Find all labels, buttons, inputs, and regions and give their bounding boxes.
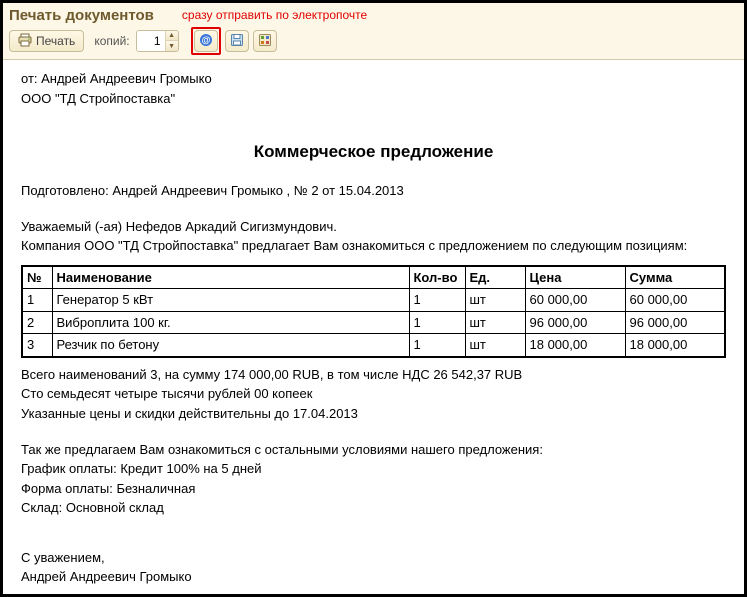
cell-price: 18 000,00 — [525, 334, 625, 357]
conditions-block: Так же предлагаем Вам ознакомиться с ост… — [21, 441, 726, 517]
copies-label: копий: — [94, 34, 129, 48]
cell-price: 60 000,00 — [525, 289, 625, 312]
floppy-icon — [230, 33, 244, 50]
intro-line: Компания ООО "ТД Стройпоставка" предлага… — [21, 237, 726, 255]
sign-1: С уважением, — [21, 549, 726, 567]
cell-num: 1 — [22, 289, 52, 312]
totals-line-2: Сто семьдесят четыре тысячи рублей 00 ко… — [21, 385, 726, 403]
cell-unit: шт — [465, 289, 525, 312]
table-row: 2 Виброплита 100 кг. 1 шт 96 000,00 96 0… — [22, 311, 725, 334]
from-line: от: Андрей Андреевич Громыко — [21, 70, 726, 88]
totals-line-3: Указанные цены и скидки действительны до… — [21, 405, 726, 423]
th-num: № — [22, 266, 52, 289]
prepared-line: Подготовлено: Андрей Андреевич Громыко ,… — [21, 182, 726, 200]
copies-spinner: ▲ ▼ — [165, 31, 178, 51]
totals-block: Всего наименований 3, на сумму 174 000,0… — [21, 366, 726, 423]
cell-num: 3 — [22, 334, 52, 357]
totals-line-1: Всего наименований 3, на сумму 174 000,0… — [21, 366, 726, 384]
th-unit: Ед. — [465, 266, 525, 289]
send-email-button[interactable]: @ — [194, 30, 218, 52]
cell-sum: 18 000,00 — [625, 334, 725, 357]
company-line: ООО "ТД Стройпоставка" — [21, 90, 726, 108]
table-header-row: № Наименование Кол-во Ед. Цена Сумма — [22, 266, 725, 289]
spin-down-icon[interactable]: ▼ — [166, 41, 178, 51]
cond-1: График оплаты: Кредит 100% на 5 дней — [21, 460, 726, 478]
annotation-text: сразу отправить по электропочте — [182, 8, 367, 22]
settings-button[interactable] — [253, 30, 277, 52]
cell-unit: шт — [465, 334, 525, 357]
table-row: 3 Резчик по бетону 1 шт 18 000,00 18 000… — [22, 334, 725, 357]
email-icon: @ — [199, 33, 213, 50]
cell-price: 96 000,00 — [525, 311, 625, 334]
th-price: Цена — [525, 266, 625, 289]
button-row: Печать копий: ▲ ▼ @ — [3, 25, 744, 59]
document-body: от: Андрей Андреевич Громыко ООО "ТД Стр… — [3, 60, 744, 597]
sign-2: Андрей Андреевич Громыко — [21, 568, 726, 586]
cell-unit: шт — [465, 311, 525, 334]
copies-input[interactable] — [137, 31, 165, 51]
print-button-label: Печать — [36, 34, 75, 48]
print-dialog: Печать документов сразу отправить по эле… — [0, 0, 747, 597]
cell-qty: 1 — [409, 289, 465, 312]
window-title: Печать документов — [9, 7, 154, 24]
doc-title: Коммерческое предложение — [21, 141, 726, 164]
cell-qty: 1 — [409, 311, 465, 334]
spin-up-icon[interactable]: ▲ — [166, 31, 178, 41]
save-button[interactable] — [225, 30, 249, 52]
greeting-block: Уважаемый (-ая) Нефедов Аркадий Сигизмун… — [21, 218, 726, 255]
cond-2: Форма оплаты: Безналичная — [21, 480, 726, 498]
settings-icon — [258, 33, 272, 50]
greeting-line: Уважаемый (-ая) Нефедов Аркадий Сигизмун… — [21, 218, 726, 236]
cell-name: Виброплита 100 кг. — [52, 311, 409, 334]
svg-text:@: @ — [201, 35, 210, 45]
toolbar: Печать документов сразу отправить по эле… — [3, 3, 744, 60]
table-row: 1 Генератор 5 кВт 1 шт 60 000,00 60 000,… — [22, 289, 725, 312]
cell-name: Резчик по бетону — [52, 334, 409, 357]
th-name: Наименование — [52, 266, 409, 289]
title-row: Печать документов сразу отправить по эле… — [3, 3, 744, 25]
print-button[interactable]: Печать — [9, 30, 84, 52]
th-qty: Кол-во — [409, 266, 465, 289]
cond-3: Склад: Основной склад — [21, 499, 726, 517]
cell-name: Генератор 5 кВт — [52, 289, 409, 312]
cell-sum: 96 000,00 — [625, 311, 725, 334]
items-table: № Наименование Кол-во Ед. Цена Сумма 1 Г… — [21, 265, 726, 358]
cond-intro: Так же предлагаем Вам ознакомиться с ост… — [21, 441, 726, 459]
email-highlight: @ — [191, 27, 221, 55]
cell-sum: 60 000,00 — [625, 289, 725, 312]
copies-stepper[interactable]: ▲ ▼ — [136, 30, 179, 52]
printer-icon — [18, 33, 32, 50]
cell-num: 2 — [22, 311, 52, 334]
cell-qty: 1 — [409, 334, 465, 357]
th-sum: Сумма — [625, 266, 725, 289]
signature-block: С уважением, Андрей Андреевич Громыко — [21, 549, 726, 586]
